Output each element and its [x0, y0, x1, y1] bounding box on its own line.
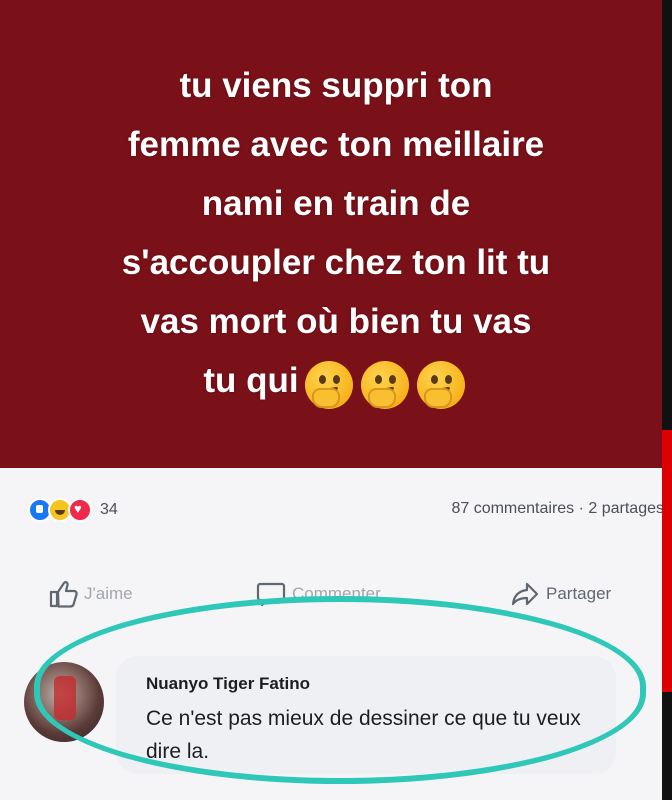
avatar[interactable]	[24, 662, 104, 742]
post-stats: 34 87 commentaires · 2 partages	[28, 498, 664, 526]
thumbs-up-icon	[48, 580, 78, 608]
post-text-line: nami en train de	[201, 184, 471, 223]
post-text-line: s'accoupler chez ton lit tu	[121, 243, 551, 282]
post-actions: J'aime Commenter Partager	[48, 580, 648, 614]
share-arrow-icon	[510, 580, 540, 608]
comment-icon	[256, 580, 286, 608]
post-text-line: vas mort où bien tu vas	[140, 302, 532, 341]
screen-edge	[662, 0, 672, 800]
post-text-line: tu viens suppri ton	[179, 66, 493, 105]
share-button[interactable]: Partager	[510, 580, 611, 608]
thinking-face-icon	[304, 361, 353, 409]
post-text: tu viens suppri ton femme avec ton meill…	[20, 56, 652, 412]
comments-shares-count[interactable]: 87 commentaires · 2 partages	[451, 500, 664, 518]
love-reaction-icon	[68, 498, 92, 522]
like-button[interactable]: J'aime	[48, 580, 133, 608]
comment-bubble: Nuanyo Tiger Fatino Ce n'est pas mieux d…	[116, 656, 616, 774]
post-text-last-line: tu qui	[20, 351, 652, 412]
comment-author[interactable]: Nuanyo Tiger Fatino	[146, 674, 310, 694]
thinking-face-icon	[416, 361, 465, 409]
comment-button[interactable]: Commenter	[256, 580, 381, 608]
share-label: Partager	[546, 584, 612, 603]
comment-item: Nuanyo Tiger Fatino Ce n'est pas mieux d…	[12, 656, 616, 776]
thinking-face-icon	[360, 361, 409, 409]
emoji-row	[301, 353, 469, 412]
like-label: J'aime	[84, 584, 133, 603]
reactions-summary[interactable]: 34	[28, 498, 118, 522]
comment-label: Commenter	[292, 584, 381, 603]
post-text-line: tu qui	[203, 361, 299, 400]
edge-marker	[662, 430, 672, 692]
comment-text: Ce n'est pas mieux de dessiner ce que tu…	[146, 707, 581, 763]
reaction-count: 34	[100, 501, 118, 518]
post-text-banner: tu viens suppri ton femme avec ton meill…	[0, 0, 672, 468]
post-text-line: femme avec ton meillaire	[127, 125, 545, 164]
